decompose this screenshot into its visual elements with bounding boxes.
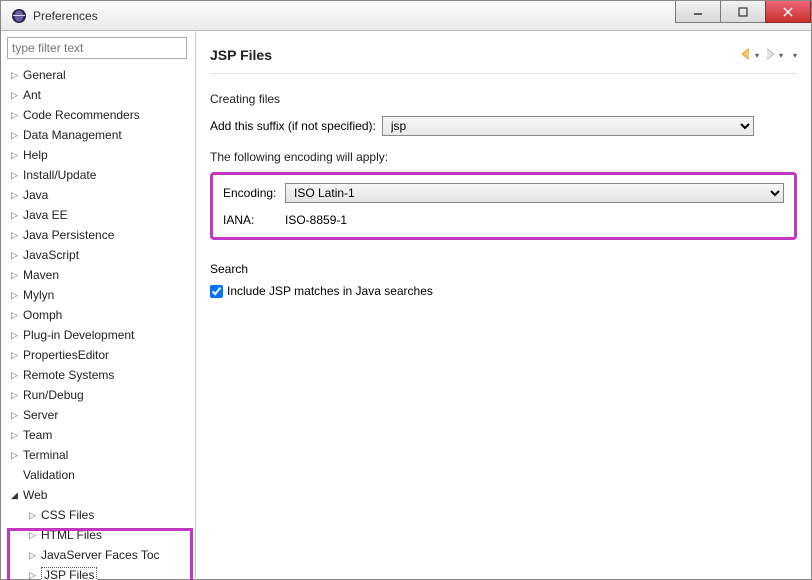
expand-icon: ▷ bbox=[11, 170, 21, 181]
tree-item-jsf-toc[interactable]: ▷JavaServer Faces Toc bbox=[7, 545, 191, 565]
tree-item-web[interactable]: ◢Web bbox=[7, 485, 191, 505]
preferences-main-panel: JSP Files ▾ ▾ ▾ Creating files Add this … bbox=[196, 31, 811, 580]
encoding-group-highlight: Encoding: ISO Latin-1 IANA: ISO-8859-1 bbox=[210, 172, 797, 240]
chevron-down-icon[interactable]: ▾ bbox=[755, 51, 759, 60]
expand-icon: ▷ bbox=[11, 230, 21, 241]
tree-item-install-update[interactable]: ▷Install/Update bbox=[7, 165, 191, 185]
preferences-tree: ▷General ▷Ant ▷Code Recommenders ▷Data M… bbox=[7, 65, 191, 580]
tree-item-server[interactable]: ▷Server bbox=[7, 405, 191, 425]
tree-item-validation[interactable]: Validation bbox=[7, 465, 191, 485]
expand-icon: ▷ bbox=[11, 450, 21, 461]
expand-icon: ▷ bbox=[11, 90, 21, 101]
expand-icon: ▷ bbox=[11, 310, 21, 321]
tree-item-help[interactable]: ▷Help bbox=[7, 145, 191, 165]
expand-icon: ▷ bbox=[11, 270, 21, 281]
expand-icon: ▷ bbox=[29, 550, 39, 561]
expand-icon: ▷ bbox=[11, 150, 21, 161]
tree-item-java-ee[interactable]: ▷Java EE bbox=[7, 205, 191, 225]
tree-item-jsp-files[interactable]: ▷JSP Files bbox=[7, 565, 191, 580]
title-bar: Preferences bbox=[1, 1, 811, 31]
include-jsp-label: Include JSP matches in Java searches bbox=[227, 284, 433, 298]
window-title: Preferences bbox=[33, 9, 98, 23]
tree-item-java[interactable]: ▷Java bbox=[7, 185, 191, 205]
expand-icon: ▷ bbox=[11, 110, 21, 121]
tree-item-java-persistence[interactable]: ▷Java Persistence bbox=[7, 225, 191, 245]
expand-icon: ▷ bbox=[11, 430, 21, 441]
expand-icon: ▷ bbox=[11, 350, 21, 361]
tree-item-mylyn[interactable]: ▷Mylyn bbox=[7, 285, 191, 305]
close-button[interactable] bbox=[765, 1, 811, 23]
nav-forward-button[interactable] bbox=[763, 47, 777, 64]
nav-toolbar: ▾ ▾ ▾ bbox=[739, 47, 797, 64]
expand-icon: ▷ bbox=[11, 130, 21, 141]
expand-icon: ▷ bbox=[11, 330, 21, 341]
maximize-button[interactable] bbox=[720, 1, 766, 23]
expand-icon: ▷ bbox=[11, 190, 21, 201]
eclipse-icon bbox=[11, 8, 27, 24]
preferences-sidebar: ▷General ▷Ant ▷Code Recommenders ▷Data M… bbox=[1, 31, 196, 580]
encoding-select[interactable]: ISO Latin-1 bbox=[285, 183, 784, 203]
encoding-label: Encoding: bbox=[223, 186, 285, 200]
expand-icon: ▷ bbox=[11, 370, 21, 381]
expand-icon: ▷ bbox=[29, 530, 39, 541]
tree-item-oomph[interactable]: ▷Oomph bbox=[7, 305, 191, 325]
minimize-button[interactable] bbox=[675, 1, 721, 23]
tree-item-plugin-dev[interactable]: ▷Plug-in Development bbox=[7, 325, 191, 345]
page-title: JSP Files bbox=[210, 47, 272, 63]
expand-icon: ▷ bbox=[11, 210, 21, 221]
tree-item-general[interactable]: ▷General bbox=[7, 65, 191, 85]
suffix-label: Add this suffix (if not specified): bbox=[210, 119, 376, 133]
tree-item-team[interactable]: ▷Team bbox=[7, 425, 191, 445]
search-group-label: Search bbox=[210, 262, 797, 276]
expand-icon: ▷ bbox=[29, 510, 39, 521]
tree-item-html-files[interactable]: ▷HTML Files bbox=[7, 525, 191, 545]
suffix-select[interactable]: jsp bbox=[382, 116, 754, 136]
nav-back-button[interactable] bbox=[739, 47, 753, 64]
expand-icon: ▷ bbox=[11, 70, 21, 81]
expand-icon: ▷ bbox=[29, 570, 39, 580]
chevron-down-icon[interactable]: ▾ bbox=[779, 51, 783, 60]
tree-item-remote-systems[interactable]: ▷Remote Systems bbox=[7, 365, 191, 385]
tree-item-terminal[interactable]: ▷Terminal bbox=[7, 445, 191, 465]
expand-icon: ▷ bbox=[11, 290, 21, 301]
menu-dropdown-icon[interactable]: ▾ bbox=[793, 51, 797, 60]
iana-label: IANA: bbox=[223, 213, 285, 227]
window-controls bbox=[675, 1, 811, 23]
include-jsp-checkbox[interactable] bbox=[210, 285, 223, 298]
tree-item-data-management[interactable]: ▷Data Management bbox=[7, 125, 191, 145]
tree-item-ant[interactable]: ▷Ant bbox=[7, 85, 191, 105]
expand-icon: ▷ bbox=[11, 250, 21, 261]
tree-item-maven[interactable]: ▷Maven bbox=[7, 265, 191, 285]
tree-item-code-recommenders[interactable]: ▷Code Recommenders bbox=[7, 105, 191, 125]
tree-item-run-debug[interactable]: ▷Run/Debug bbox=[7, 385, 191, 405]
filter-input[interactable] bbox=[7, 37, 187, 59]
tree-item-javascript[interactable]: ▷JavaScript bbox=[7, 245, 191, 265]
divider bbox=[210, 73, 797, 74]
expand-icon: ▷ bbox=[11, 410, 21, 421]
creating-files-label: Creating files bbox=[210, 92, 797, 106]
tree-item-css-files[interactable]: ▷CSS Files bbox=[7, 505, 191, 525]
tree-item-properties-editor[interactable]: ▷PropertiesEditor bbox=[7, 345, 191, 365]
iana-value: ISO-8859-1 bbox=[285, 213, 347, 227]
collapse-icon: ◢ bbox=[11, 490, 21, 501]
expand-icon: ▷ bbox=[11, 390, 21, 401]
encoding-note: The following encoding will apply: bbox=[210, 150, 797, 164]
